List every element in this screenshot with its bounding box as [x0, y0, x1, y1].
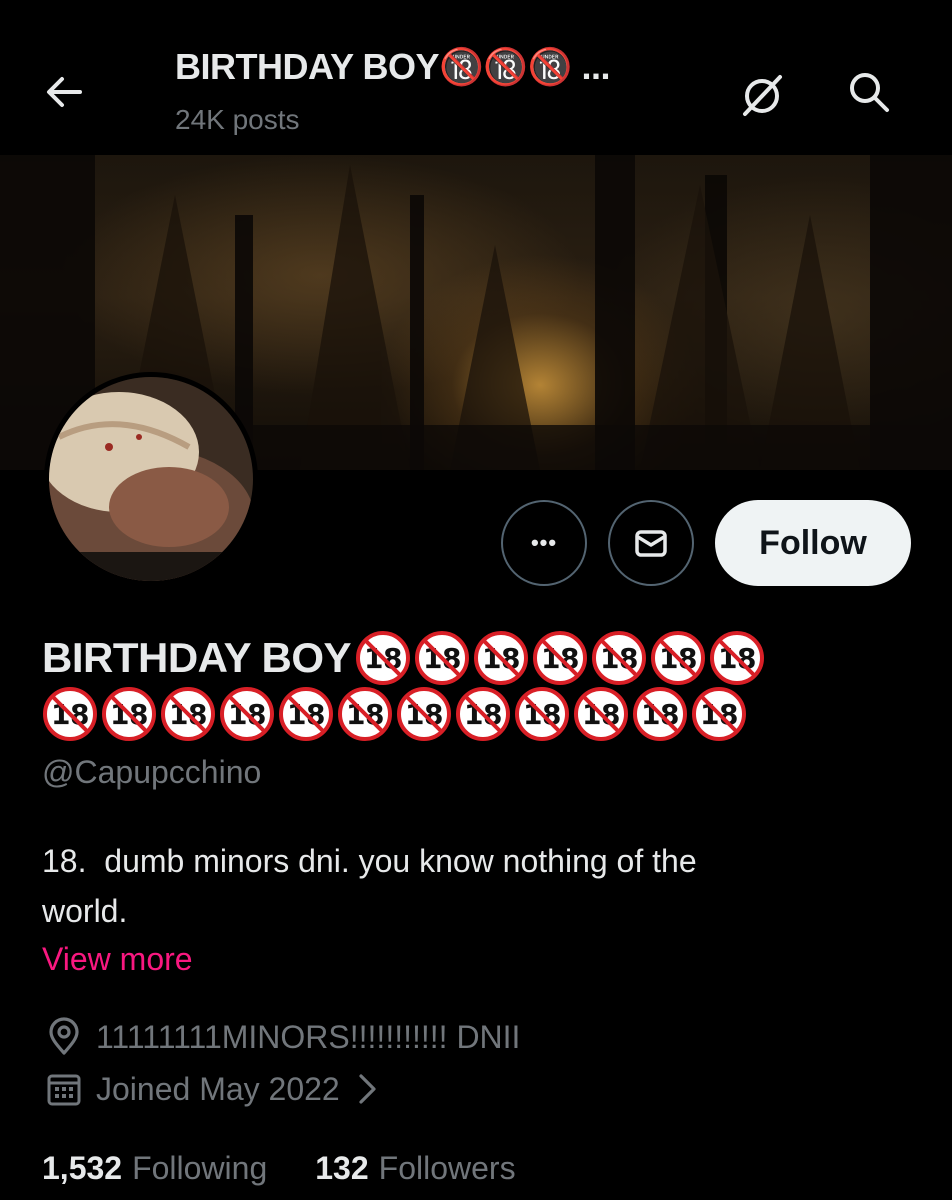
followers-link[interactable]: 132 Followers	[315, 1150, 515, 1187]
location-text: 11111111MINORS!!!!!!!!!!! DNII	[96, 1018, 521, 1055]
more-dots-icon: •••	[530, 530, 558, 555]
envelope-icon	[635, 530, 667, 557]
joined-row[interactable]: Joined May 2022	[44, 1069, 382, 1109]
display-name: BIRTHDAY BOY	[42, 630, 922, 742]
no-under-18-icon	[473, 630, 529, 686]
no-under-18-icon	[42, 686, 98, 742]
post-count: 24K posts	[175, 104, 300, 135]
top-bar: BIRTHDAY BOY🔞🔞🔞 ... 24K posts	[0, 0, 952, 155]
no-under-18-icon	[532, 630, 588, 686]
following-count: 1,532	[42, 1150, 123, 1186]
no-under-18-icon	[355, 630, 411, 686]
display-name-text: BIRTHDAY BOY	[42, 634, 352, 681]
view-more-link[interactable]: View more	[42, 941, 193, 978]
no-under-18-icon	[337, 686, 393, 742]
no-under-18-icon	[591, 630, 647, 686]
back-arrow-icon[interactable]	[40, 68, 88, 116]
location-row: 11111111MINORS!!!!!!!!!!! DNII	[44, 1017, 520, 1057]
no-under-18-icon	[160, 686, 216, 742]
no-under-18-icon	[573, 686, 629, 742]
no-under-18-icon	[632, 686, 688, 742]
following-link[interactable]: 1,532 Following	[42, 1150, 267, 1187]
user-handle: @Capupcchino	[42, 754, 262, 790]
header-title: BIRTHDAY BOY🔞🔞🔞 ...	[175, 46, 611, 87]
no-under-18-icon	[396, 686, 452, 742]
search-icon[interactable]	[843, 66, 895, 118]
followers-label: Followers	[378, 1150, 516, 1186]
no-under-18-icon	[514, 686, 570, 742]
no-under-18-icon	[278, 686, 334, 742]
following-label: Following	[132, 1150, 268, 1186]
no-under-18-icon	[455, 686, 511, 742]
follow-button[interactable]: Follow	[715, 500, 911, 586]
no-under-18-icon	[414, 630, 470, 686]
profile-avatar[interactable]	[44, 372, 258, 586]
calendar-icon	[47, 1074, 81, 1106]
location-pin-icon	[49, 1017, 79, 1055]
joined-text: Joined May 2022	[96, 1070, 340, 1107]
no-under-18-icon	[709, 630, 765, 686]
more-options-button[interactable]: •••	[501, 500, 587, 586]
message-button[interactable]	[608, 500, 694, 586]
no-follow-icon[interactable]	[736, 68, 788, 120]
no-under-18-icon	[101, 686, 157, 742]
no-under-18-icon	[691, 686, 747, 742]
followers-count: 132	[315, 1150, 369, 1186]
chevron-right-icon	[359, 1074, 376, 1104]
profile-bio: 18. dumb minors dni. you know nothing of…	[42, 843, 697, 929]
follow-stats: 1,532 Following 132 Followers	[42, 1150, 516, 1187]
no-under-18-icon	[650, 630, 706, 686]
no-under-18-icon	[219, 686, 275, 742]
